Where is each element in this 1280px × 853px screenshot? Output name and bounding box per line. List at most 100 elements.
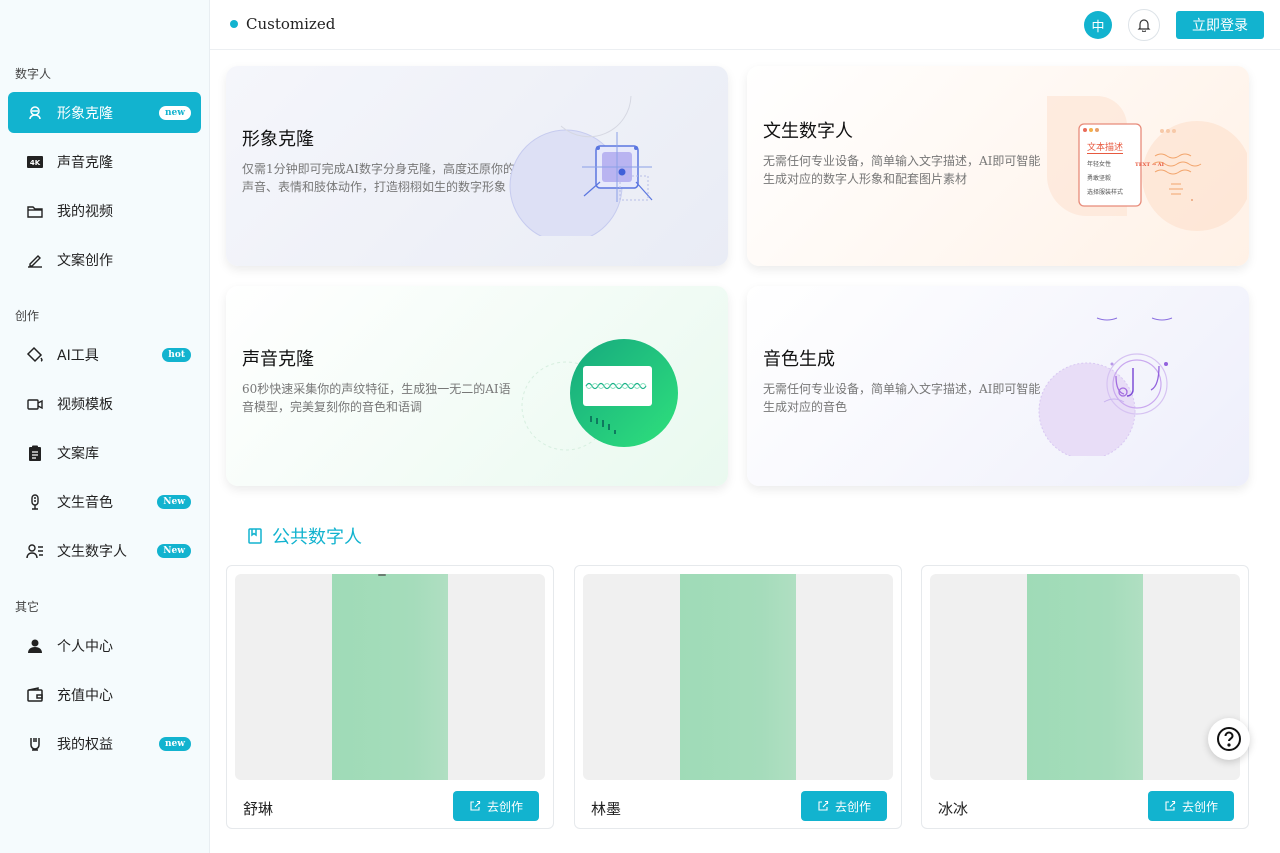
go-create-button[interactable]: 去创作 [453,791,539,821]
feature-title: 音色生成 [763,349,835,370]
question-mark-icon [1217,727,1241,751]
thumbnail-mark [378,574,386,576]
public-avatars-section-title: 公共数字人 [246,523,362,549]
voice-generation-illustration [1038,317,1173,456]
sidebar-item-label: 充值中心 [57,687,113,704]
sidebar-item-label: 我的视频 [57,203,113,220]
sidebar-item-label: 我的权益 [57,736,113,753]
wallet-icon [26,686,44,704]
go-create-button[interactable]: 去创作 [801,791,887,821]
voice-clone-illustration [521,339,678,451]
sidebar-item-my-benefits[interactable]: 我的权益 new [8,723,201,764]
feature-description: 无需任何专业设备，简单输入文字描述，AI即可智能生成对应的音色 [763,382,1041,414]
edit-icon [817,800,829,812]
sidebar-item-copywriting[interactable]: 文案创作 [8,239,201,280]
medal-icon [26,735,44,753]
avatar-name: 冰冰 [938,800,969,818]
feature-description: 仅需1分钟即可完成AI数字分身克隆，高度还原你的声音、表情和肢体动作，打造栩栩如… [242,162,516,194]
feature-card-text-to-avatar[interactable]: 文生数字人 无需任何专业设备，简单输入文字描述，AI即可智能生成对应的数字人形象… [747,66,1249,266]
sidebar-item-label: 文生音色 [57,494,113,511]
paint-bucket-icon [26,346,44,364]
hot-badge: hot [162,347,191,362]
sidebar-item-ai-tools[interactable]: AI工具 hot [8,334,201,375]
language-toggle-button[interactable]: 中 [1084,11,1112,39]
sidebar-item-label: 声音克隆 [57,154,113,171]
folder-icon [26,202,44,220]
user-list-icon [26,542,44,560]
sidebar-item-label: 形象克隆 [57,105,113,122]
go-create-button[interactable]: 去创作 [1148,791,1234,821]
avatar-clone-icon [26,104,44,122]
avatar-preview [583,574,893,780]
sidebar-item-label: 视频模板 [57,396,113,413]
go-create-label: 去创作 [834,799,871,814]
sidebar-item-label: 文生数字人 [57,543,127,560]
section-label-digital-human: 数字人 [15,67,52,81]
top-header: Customized 中 立即登录 [210,0,1280,50]
svg-text:4K: 4K [30,159,41,167]
clipboard-icon [26,444,44,462]
art-panel-title: 文本描述 [1087,140,1124,154]
brand: Customized [230,15,335,33]
avatar-card[interactable]: 冰冰 去创作 [921,565,1249,829]
sidebar-item-profile[interactable]: 个人中心 [8,625,201,666]
go-create-label: 去创作 [1181,799,1218,814]
sidebar-item-voice-clone[interactable]: 4K 声音克隆 [8,141,201,182]
user-icon [26,637,44,655]
sidebar-item-my-videos[interactable]: 我的视频 [8,190,201,231]
section-title-text: 公共数字人 [272,527,362,548]
art-text-tag: TEXT → AI [1135,162,1165,168]
sidebar-item-video-templates[interactable]: 视频模板 [8,383,201,424]
new-badge: New [157,494,191,509]
go-create-label: 去创作 [486,799,523,814]
avatar-card[interactable]: 舒琳 去创作 [226,565,554,829]
edit-icon [1164,800,1176,812]
edit-icon [469,800,481,812]
feature-card-voice-clone[interactable]: 声音克隆 60秒快速采集你的声纹特征，生成独一无二的AI语音模型，完美复刻你的音… [226,286,728,486]
feature-description: 60秒快速采集你的声纹特征，生成独一无二的AI语音模型，完美复刻你的音色和语调 [242,382,511,414]
sidebar-item-label: AI工具 [57,347,99,364]
sidebar-item-label: 文案库 [57,445,99,462]
video-camera-icon [26,395,44,413]
avatar-clone-illustration [509,95,653,236]
new-badge: new [158,736,191,751]
notifications-button[interactable] [1128,9,1160,41]
book-icon [246,527,264,545]
avatar-preview [235,574,545,780]
avatar-preview [930,574,1240,780]
avatar-video-thumbnail [1027,574,1143,780]
art-line-1: 年轻女性 [1087,161,1112,168]
sidebar-item-label: 文案创作 [57,252,113,269]
microphone-icon [26,493,44,511]
sidebar-item-text-to-avatar[interactable]: 文生数字人 New [8,530,201,571]
avatar-video-thumbnail [680,574,796,780]
login-button[interactable]: 立即登录 [1176,11,1264,39]
feature-card-voice-generation[interactable]: 音色生成 无需任何专业设备，简单输入文字描述，AI即可智能生成对应的音色 [747,286,1249,486]
help-button[interactable] [1208,718,1250,760]
sidebar-item-copy-library[interactable]: 文案库 [8,432,201,473]
art-line-2: 勇敢坚毅 [1087,175,1112,182]
section-label-other: 其它 [15,600,40,614]
feature-title: 声音克隆 [242,349,314,370]
feature-description: 无需任何专业设备，简单输入文字描述，AI即可智能生成对应的数字人形象和配套图片素… [763,154,1041,186]
avatar-name: 舒琳 [243,800,274,818]
sidebar-item-label: 个人中心 [57,638,113,655]
feature-title: 形象克隆 [242,129,314,150]
sidebar-item-avatar-clone[interactable]: 形象克隆 new [8,92,201,133]
4k-icon: 4K [26,153,44,171]
brand-dot [230,20,238,28]
sidebar-item-text-to-voice[interactable]: 文生音色 New [8,481,201,522]
feature-card-avatar-clone[interactable]: 形象克隆 仅需1分钟即可完成AI数字分身克隆，高度还原你的声音、表情和肢体动作，… [226,66,728,266]
sidebar: 数字人 形象克隆 new 4K 声音克隆 我的视频 文案创作 创作 AI工具 h… [0,0,210,853]
sidebar-item-recharge[interactable]: 充值中心 [8,674,201,715]
pen-icon [26,251,44,269]
bell-icon [1137,19,1151,32]
art-line-3: 选择服装样式 [1087,189,1124,196]
text-to-avatar-illustration: 文本描述 年轻女性 勇敢坚毅 选择服装样式 TEXT → AI [1047,96,1247,246]
avatar-card[interactable]: 林墨 去创作 [574,565,902,829]
avatar-video-thumbnail [332,574,448,780]
section-label-create: 创作 [15,309,40,323]
new-badge: new [158,105,191,120]
avatar-name: 林墨 [591,800,622,818]
brand-name: Customized [246,15,336,33]
